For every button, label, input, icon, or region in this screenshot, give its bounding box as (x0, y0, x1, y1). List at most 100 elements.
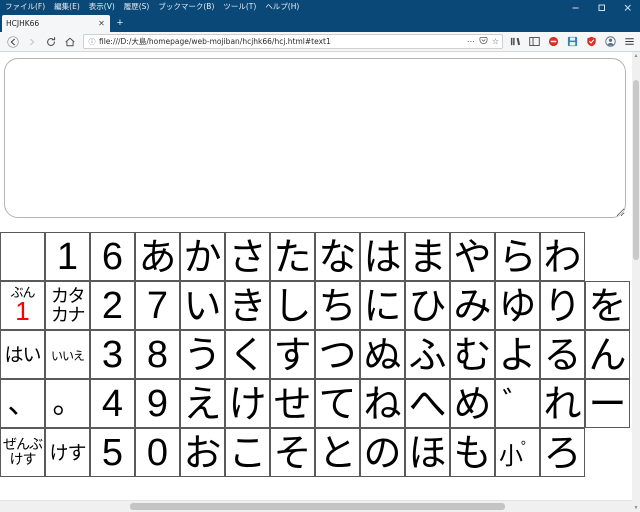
browser-tab[interactable]: HCJHK66 ✕ (2, 15, 110, 32)
save-disk-icon[interactable] (564, 33, 580, 51)
shield-red-icon[interactable] (545, 33, 561, 51)
key-kana-ru[interactable]: る (540, 330, 585, 379)
key-number-7[interactable]: 7 (135, 281, 180, 330)
key-kana-e[interactable]: え (180, 379, 225, 428)
minimize-icon[interactable] (562, 0, 588, 14)
menu-item-tools[interactable]: ツール(T) (223, 2, 256, 12)
key-kana-se[interactable]: せ (270, 379, 315, 428)
key-kana-ma[interactable]: ま (405, 232, 450, 281)
key-kana-n[interactable]: ん (585, 330, 630, 379)
key-kana-ku[interactable]: く (225, 330, 270, 379)
key-kana-ne[interactable]: ね (360, 379, 405, 428)
key-kana-mo[interactable]: も (450, 428, 495, 477)
menu-hamburger-icon[interactable] (621, 33, 637, 51)
key-number-8[interactable]: 8 (135, 330, 180, 379)
key-long-vowel[interactable]: ー (585, 379, 630, 428)
new-tab-button[interactable]: + (110, 15, 130, 32)
key-kana-ya[interactable]: や (450, 232, 495, 281)
key-kana-nu[interactable]: ぬ (360, 330, 405, 379)
key-kana-mu[interactable]: む (450, 330, 495, 379)
key-number-6[interactable]: 6 (90, 232, 135, 281)
key-kana-na[interactable]: な (315, 232, 360, 281)
page-info-icon[interactable]: ⓘ (87, 37, 97, 47)
key-kana-ki[interactable]: き (225, 281, 270, 330)
reload-icon[interactable] (41, 33, 60, 51)
key-kana-mi[interactable]: み (450, 281, 495, 330)
home-icon[interactable] (60, 33, 79, 51)
key-kana-tsu[interactable]: つ (315, 330, 360, 379)
key-katakana-toggle[interactable]: カタ カナ (45, 281, 90, 330)
bookmark-star-icon[interactable]: ☆ (492, 37, 499, 46)
key-kana-hi[interactable]: ひ (405, 281, 450, 330)
back-icon[interactable] (3, 33, 22, 51)
menu-item-help[interactable]: ヘルプ(H) (265, 2, 299, 12)
maximize-icon[interactable] (588, 0, 614, 14)
key-kana-ka[interactable]: か (180, 232, 225, 281)
key-kana-te[interactable]: て (315, 379, 360, 428)
menu-item-bookmarks[interactable]: ブックマーク(B) (158, 2, 214, 12)
key-number-1[interactable]: 1 (45, 232, 90, 281)
key-number-3[interactable]: 3 (90, 330, 135, 379)
key-clear-all[interactable]: ぜんぶ けす (0, 428, 45, 477)
key-kana-he[interactable]: へ (405, 379, 450, 428)
library-icon[interactable] (507, 33, 523, 51)
key-kana-ro[interactable]: ろ (540, 428, 585, 477)
key-kana-shi[interactable]: し (270, 281, 315, 330)
address-bar[interactable]: ⓘ file:///D:/大島/homepage/web-mojiban/hcj… (83, 34, 503, 49)
key-kana-u[interactable]: う (180, 330, 225, 379)
key-period[interactable]: 。 (45, 379, 90, 428)
key-kana-to[interactable]: と (315, 428, 360, 477)
security-red-icon[interactable] (583, 33, 599, 51)
key-kana-no[interactable]: の (360, 428, 405, 477)
key-kana-wa[interactable]: わ (540, 232, 585, 281)
key-kana-ho[interactable]: ほ (405, 428, 450, 477)
key-comma[interactable]: 、 (0, 379, 45, 428)
key-blank[interactable] (0, 232, 45, 281)
text-input-area[interactable] (4, 58, 626, 218)
key-kana-wo[interactable]: を (585, 281, 630, 330)
scroll-down-arrow[interactable]: ▼ (633, 505, 639, 511)
key-kana-yu[interactable]: ゆ (495, 281, 540, 330)
key-kana-re[interactable]: れ (540, 379, 585, 428)
close-icon[interactable] (614, 0, 640, 14)
key-kana-o[interactable]: お (180, 428, 225, 477)
key-kana-chi[interactable]: ち (315, 281, 360, 330)
key-kana-ra[interactable]: ら (495, 232, 540, 281)
scrollbar-thumb-vertical[interactable] (633, 80, 639, 260)
key-kana-sa[interactable]: さ (225, 232, 270, 281)
key-kana-so[interactable]: そ (270, 428, 315, 477)
page-scrollbar-vertical[interactable]: ▲ ▼ (632, 52, 640, 512)
key-kana-i[interactable]: い (180, 281, 225, 330)
key-number-5[interactable]: 5 (90, 428, 135, 477)
key-kana-ko[interactable]: こ (225, 428, 270, 477)
key-kana-ha[interactable]: は (360, 232, 405, 281)
key-number-2[interactable]: 2 (90, 281, 135, 330)
key-kana-su[interactable]: す (270, 330, 315, 379)
account-icon[interactable] (602, 33, 618, 51)
menu-item-view[interactable]: 表示(V) (89, 2, 115, 12)
key-dakuten[interactable]: ゛ (495, 379, 540, 428)
key-no[interactable]: いいえ (45, 330, 90, 379)
key-kana-ni[interactable]: に (360, 281, 405, 330)
key-yes[interactable]: はい (0, 330, 45, 379)
key-kana-ke[interactable]: け (225, 379, 270, 428)
key-kana-yo[interactable]: よ (495, 330, 540, 379)
scroll-up-arrow[interactable]: ▲ (633, 53, 639, 59)
key-delete[interactable]: けす (45, 428, 90, 477)
key-kana-me[interactable]: め (450, 379, 495, 428)
page-scrollbar-horizontal[interactable] (0, 500, 632, 512)
sidebar-icon[interactable] (526, 33, 542, 51)
key-number-9[interactable]: 9 (135, 379, 180, 428)
key-number-4[interactable]: 4 (90, 379, 135, 428)
key-kana-a[interactable]: あ (135, 232, 180, 281)
menu-item-edit[interactable]: 編集(E) (54, 2, 80, 12)
key-small-handakuten[interactable]: 小゜ (495, 428, 540, 477)
scrollbar-thumb-horizontal[interactable] (130, 503, 505, 510)
key-kana-ta[interactable]: た (270, 232, 315, 281)
menu-item-file[interactable]: ファイル(F) (5, 2, 45, 12)
key-sentence-1[interactable]: ぶん 1 (0, 281, 45, 330)
key-kana-fu[interactable]: ふ (405, 330, 450, 379)
page-actions-icon[interactable]: ⋯ (467, 37, 475, 46)
close-icon[interactable]: ✕ (97, 19, 106, 28)
pocket-icon[interactable] (479, 36, 488, 47)
